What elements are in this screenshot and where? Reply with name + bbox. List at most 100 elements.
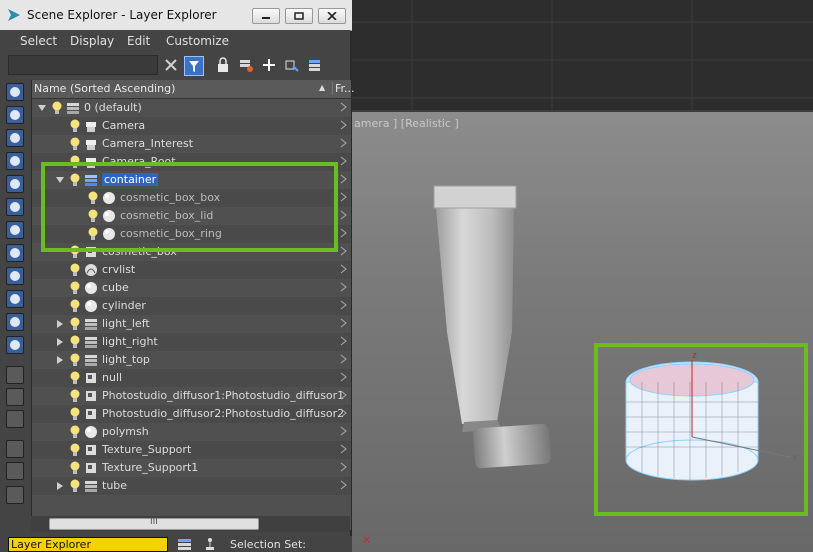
menu-display[interactable]: Display [70, 34, 114, 48]
freeze-toggle-icon[interactable] [340, 263, 348, 275]
expand-arrow-icon[interactable] [56, 338, 64, 346]
tree-row-object-polymsh[interactable]: polymsh [32, 423, 351, 441]
freeze-toggle-icon[interactable] [340, 191, 348, 203]
clear-search-icon[interactable] [162, 56, 180, 74]
tree-row-layer-light-left[interactable]: light_left [32, 315, 351, 333]
filter-shapes-icon[interactable] [6, 106, 24, 124]
filter-funnel-icon[interactable] [6, 440, 24, 458]
visibility-bulb-icon[interactable] [70, 443, 80, 457]
freeze-toggle-icon[interactable] [340, 425, 348, 437]
filter-lights-icon[interactable] [6, 129, 24, 147]
visibility-bulb-icon[interactable] [70, 389, 80, 403]
layer-manager-icon[interactable] [6, 486, 24, 504]
tree-row-layer-light-top[interactable]: light_top [32, 351, 351, 369]
freeze-toggle-icon[interactable] [340, 209, 348, 221]
freeze-toggle-icon[interactable] [340, 155, 348, 167]
display-none-icon[interactable] [6, 388, 24, 406]
freeze-toggle-icon[interactable] [340, 353, 348, 365]
tree-row-object-photostudio-diffusor2[interactable]: Photostudio_diffusor2:Photostudio_diffus… [32, 405, 351, 423]
filter-frozen-icon[interactable] [6, 313, 24, 331]
visibility-bulb-icon[interactable] [70, 137, 80, 151]
tree-header[interactable]: Name (Sorted Ascending) ▲ Fr... [32, 80, 355, 99]
scrollbar-thumb[interactable]: III [49, 517, 259, 530]
tree-row-object-photostudio-diffusor1[interactable]: Photostudio_diffusor1:Photostudio_diffus… [32, 387, 351, 405]
layer-stack-icon[interactable] [306, 56, 324, 74]
tree-row-object-crvlist[interactable]: crvlist [32, 261, 351, 279]
tree-row-object-null[interactable]: null [32, 369, 351, 387]
search-input[interactable] [8, 55, 158, 75]
freeze-toggle-icon[interactable] [340, 101, 348, 113]
tree-row-object-texture-support[interactable]: Texture_Support [32, 441, 351, 459]
horizontal-scrollbar[interactable]: III [31, 516, 350, 532]
expand-arrow-icon[interactable] [56, 356, 64, 364]
menu-select[interactable]: Select [20, 34, 57, 48]
freeze-toggle-icon[interactable] [340, 443, 348, 455]
column-frozen-header[interactable]: Fr... [332, 82, 355, 95]
tree-row-object-cube[interactable]: cube [32, 279, 351, 297]
visibility-bulb-icon[interactable] [70, 407, 80, 421]
add-layer-icon[interactable] [260, 56, 278, 74]
filter-groups-icon[interactable] [6, 221, 24, 239]
filter-geometry-icon[interactable] [6, 83, 24, 101]
visibility-bulb-icon[interactable] [70, 281, 80, 295]
title-bar[interactable]: Scene Explorer - Layer Explorer [0, 0, 352, 31]
display-invert-icon[interactable] [6, 410, 24, 428]
menu-customize[interactable]: Customize [166, 34, 229, 48]
lock-icon[interactable] [214, 56, 232, 74]
filter-settings-icon[interactable] [6, 462, 24, 480]
menu-edit[interactable]: Edit [127, 34, 150, 48]
freeze-toggle-icon[interactable] [340, 371, 348, 383]
filter-helpers-icon[interactable] [6, 175, 24, 193]
layer-settings-icon[interactable] [237, 56, 255, 74]
minimize-button[interactable] [252, 8, 280, 24]
filter-toggle-icon[interactable] [184, 56, 204, 76]
visibility-bulb-icon[interactable] [70, 425, 80, 439]
visibility-bulb-icon[interactable] [70, 371, 80, 385]
layers-icon[interactable] [176, 537, 194, 551]
visibility-bulb-icon[interactable] [70, 335, 80, 349]
freeze-toggle-icon[interactable] [340, 317, 348, 329]
tree-row-object-cylinder[interactable]: cylinder [32, 297, 351, 315]
tree-row-object-texture-support1[interactable]: Texture_Support1 [32, 459, 351, 477]
filter-hidden-icon[interactable] [6, 336, 24, 354]
visibility-bulb-icon[interactable] [70, 119, 80, 133]
tree-row-object-camera[interactable]: Camera [32, 117, 351, 135]
expand-arrow-icon[interactable] [56, 482, 64, 490]
freeze-toggle-icon[interactable] [340, 461, 348, 473]
layer-tree[interactable]: Name (Sorted Ascending) ▲ Fr... 0 (defau… [31, 80, 355, 530]
explorer-dropdown[interactable]: Layer Explorer [8, 537, 168, 552]
freeze-toggle-icon[interactable] [340, 281, 348, 293]
visibility-bulb-icon[interactable] [70, 263, 80, 277]
close-button[interactable] [318, 8, 346, 24]
maximize-button[interactable] [285, 8, 313, 24]
filter-cameras-icon[interactable] [6, 152, 24, 170]
visibility-bulb-icon[interactable] [70, 317, 80, 331]
filter-xrefs-icon[interactable] [6, 244, 24, 262]
tree-row-layer-tube[interactable]: tube [32, 477, 351, 495]
freeze-toggle-icon[interactable] [340, 389, 348, 401]
visibility-bulb-icon[interactable] [70, 461, 80, 475]
filter-bones-icon[interactable] [6, 267, 24, 285]
freeze-toggle-icon[interactable] [340, 245, 348, 257]
hierarchy-icon[interactable] [202, 537, 218, 551]
visibility-bulb-icon[interactable] [70, 353, 80, 367]
freeze-toggle-icon[interactable] [340, 335, 348, 347]
filter-spacewarps-icon[interactable] [6, 198, 24, 216]
freeze-toggle-icon[interactable] [340, 173, 348, 185]
filter-containers-icon[interactable] [6, 290, 24, 308]
freeze-toggle-icon[interactable] [340, 479, 348, 491]
tree-row-object-camera-interest[interactable]: Camera_Interest [32, 135, 351, 153]
freeze-toggle-icon[interactable] [340, 227, 348, 239]
visibility-bulb-icon[interactable] [70, 299, 80, 313]
visibility-bulb-icon[interactable] [70, 479, 80, 493]
tree-row-layer-light-right[interactable]: light_right [32, 333, 351, 351]
top-viewport[interactable] [352, 0, 813, 110]
column-name-header[interactable]: Name (Sorted Ascending) [34, 82, 175, 95]
freeze-toggle-icon[interactable] [340, 137, 348, 149]
freeze-toggle-icon[interactable] [340, 407, 348, 419]
expand-arrow-icon[interactable] [56, 320, 64, 328]
tree-row-layer-default[interactable]: 0 (default) [32, 99, 351, 117]
add-to-layer-icon[interactable] [283, 56, 301, 74]
visibility-bulb-icon[interactable] [52, 101, 62, 115]
display-all-icon[interactable] [6, 366, 24, 384]
